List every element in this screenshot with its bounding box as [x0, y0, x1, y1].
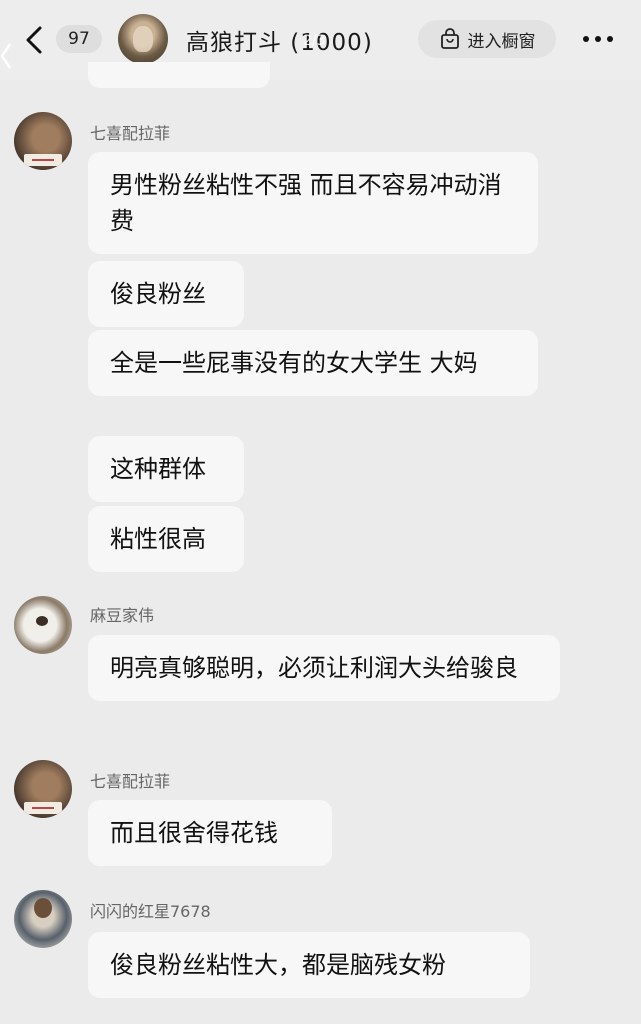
- chat-title[interactable]: 高狼打斗 (1000): [186, 23, 373, 57]
- left-edge-chevron-icon: [0, 43, 12, 69]
- qixi-avatar[interactable]: [14, 760, 72, 818]
- shopping-bag-icon: [440, 28, 459, 49]
- message-bubble[interactable]: 男性粉丝粘性不强 而且不容易冲动消费: [88, 152, 538, 254]
- dog-avatar[interactable]: [14, 596, 72, 654]
- page-indicator: 2/3: [303, 33, 326, 49]
- message-bubble[interactable]: 明亮真够聪明，必须让利润大头给骏良: [88, 635, 560, 701]
- sender-name: 七喜配拉菲: [90, 124, 171, 143]
- message-bubble[interactable]: 俊良粉丝: [88, 261, 244, 327]
- enter-shop-label: 进入橱窗: [467, 31, 536, 52]
- sender-name: 麻豆家伟: [90, 606, 155, 625]
- sender-name: 闪闪的红星7678: [90, 902, 211, 921]
- sender-name: 七喜配拉菲: [90, 772, 171, 791]
- more-options-icon[interactable]: [580, 33, 616, 45]
- message-bubble[interactable]: 俊良粉丝粘性大，都是脑残女粉: [88, 932, 530, 998]
- message-bubble[interactable]: 而且很舍得花钱: [88, 800, 332, 866]
- back-arrow-icon[interactable]: [22, 24, 48, 56]
- previous-bubble-fragment: [88, 62, 270, 88]
- group-avatar[interactable]: [118, 14, 168, 64]
- unread-count-badge[interactable]: 97: [56, 25, 102, 53]
- qixi-avatar[interactable]: [14, 112, 72, 170]
- message-bubble[interactable]: 这种群体: [88, 436, 244, 502]
- message-bubble[interactable]: 粘性很高: [88, 506, 244, 572]
- man-avatar[interactable]: [14, 890, 72, 948]
- enter-shop-button[interactable]: 进入橱窗: [418, 20, 556, 58]
- message-bubble[interactable]: 全是一些屁事没有的女大学生 大妈: [88, 330, 538, 396]
